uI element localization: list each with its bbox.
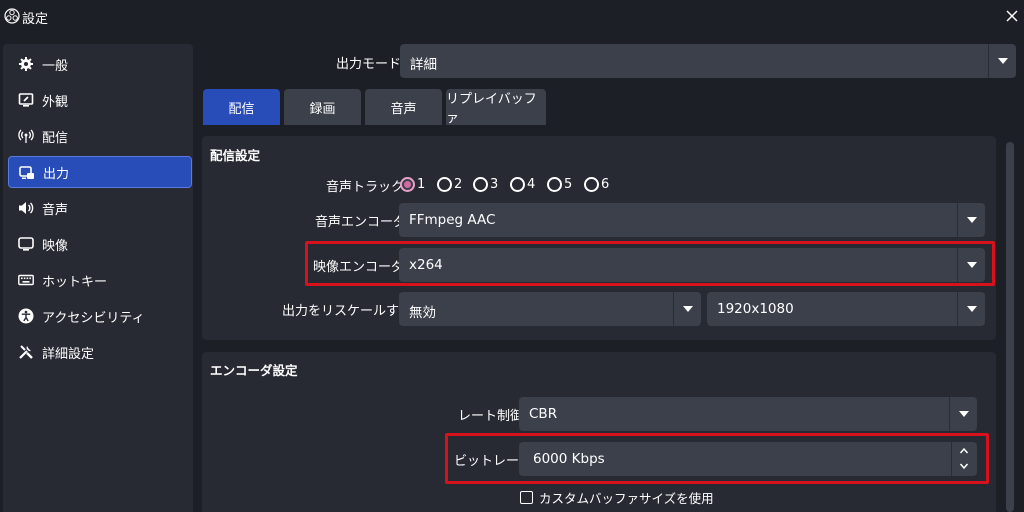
rate-control-value: CBR [529,406,558,422]
tab-replay-buffer[interactable]: リプレイバッファ [446,89,546,126]
radio-indicator [437,176,452,192]
sidebar-item-label: 音声 [42,202,69,218]
sidebar-item-label: アクセシビリティ [42,310,145,326]
chevron-down-icon[interactable] [957,292,985,326]
rate-control-select[interactable]: CBR [519,397,977,431]
settings-sidebar: 一般 外観 配信 出力 音声 映像 ホットキー アクセシビリティ 詳細設定 [3,44,193,512]
audio-encoder-select[interactable]: FFmpeg AAC [399,203,985,237]
sidebar-item-advanced[interactable]: 詳細設定 [8,336,192,368]
audio-encoder-value: FFmpeg AAC [409,212,496,228]
audio-track-radio-5[interactable]: 5 [547,176,572,192]
audio-track-radio-4[interactable]: 4 [510,176,535,192]
speaker-icon [19,202,34,214]
radio-indicator [473,176,488,192]
audio-track-radio-3[interactable]: 3 [473,176,498,192]
sidebar-item-audio[interactable]: 音声 [8,192,192,224]
sidebar-item-stream[interactable]: 配信 [8,120,192,152]
sidebar-item-general[interactable]: 一般 [8,48,192,80]
radio-indicator [584,176,599,192]
tab-audio[interactable]: 音声 [365,89,442,125]
audio-encoder-label: 音声エンコーダ [315,215,407,230]
accessibility-icon [18,308,34,324]
rescale-resolution-select[interactable]: 1920x1080 [707,292,985,326]
sidebar-item-hotkeys[interactable]: ホットキー [8,264,192,296]
window-title: 設定 [22,12,49,27]
settings-scrollbar[interactable] [1006,142,1014,512]
close-icon[interactable] [1002,6,1022,26]
chevron-down-icon[interactable] [957,203,985,237]
sidebar-item-accessibility[interactable]: アクセシビリティ [8,300,192,332]
sidebar-item-output[interactable]: 出力 [8,156,192,188]
sidebar-item-appearance[interactable]: 外観 [8,84,192,116]
chevron-down-icon[interactable] [988,44,1016,78]
audio-track-radio-6[interactable]: 6 [584,176,609,192]
radio-indicator [547,176,562,192]
sidebar-item-label: 映像 [42,238,69,254]
chevron-down-icon[interactable] [949,397,977,431]
sidebar-item-video[interactable]: 映像 [8,228,192,260]
custom-buffer-checkbox[interactable]: カスタムバッファサイズを使用 [520,488,714,507]
sidebar-item-label: 詳細設定 [42,346,95,362]
audio-track-radio-2[interactable]: 2 [437,176,462,192]
broadcast-icon [18,129,34,143]
rescale-resolution-value: 1920x1080 [717,301,794,317]
appearance-icon [18,93,34,107]
obs-logo-icon [4,8,20,24]
sidebar-item-label: 配信 [42,130,69,146]
audio-track-radio-1[interactable]: 1 [400,176,425,192]
gear-icon [19,57,33,71]
tab-recording[interactable]: 録画 [284,89,361,125]
output-mode-label: 出力モード [336,57,402,72]
encoder-settings-title: エンコーダ設定 [210,363,298,378]
video-encoder-highlight [305,241,995,286]
title-bar: 設定 [0,0,1024,32]
sidebar-item-label: 出力 [43,166,70,182]
chevron-down-icon[interactable] [673,292,701,326]
radio-indicator [400,176,415,192]
rescale-select[interactable]: 無効 [399,292,701,326]
output-mode-select[interactable]: 詳細 [400,44,1016,78]
sidebar-item-label: 外観 [42,94,69,110]
rescale-value: 無効 [409,305,436,321]
rate-control-label: レート制御 [458,409,524,424]
output-icon [19,166,34,179]
stream-settings-title: 配信設定 [210,148,261,163]
radio-indicator [510,176,525,192]
audio-track-label: 音声トラック [326,180,405,195]
sidebar-item-label: ホットキー [42,274,108,290]
output-mode-value: 詳細 [410,57,437,73]
rescale-label: 出力をリスケールする [282,304,413,319]
tab-stream[interactable]: 配信 [203,89,280,125]
custom-buffer-label: カスタムバッファサイズを使用 [539,491,714,506]
sidebar-item-label: 一般 [42,58,69,74]
tools-icon [19,345,33,359]
bitrate-highlight [445,433,989,484]
monitor-icon [18,237,34,251]
keyboard-icon [18,274,34,286]
checkbox-indicator [520,491,533,504]
